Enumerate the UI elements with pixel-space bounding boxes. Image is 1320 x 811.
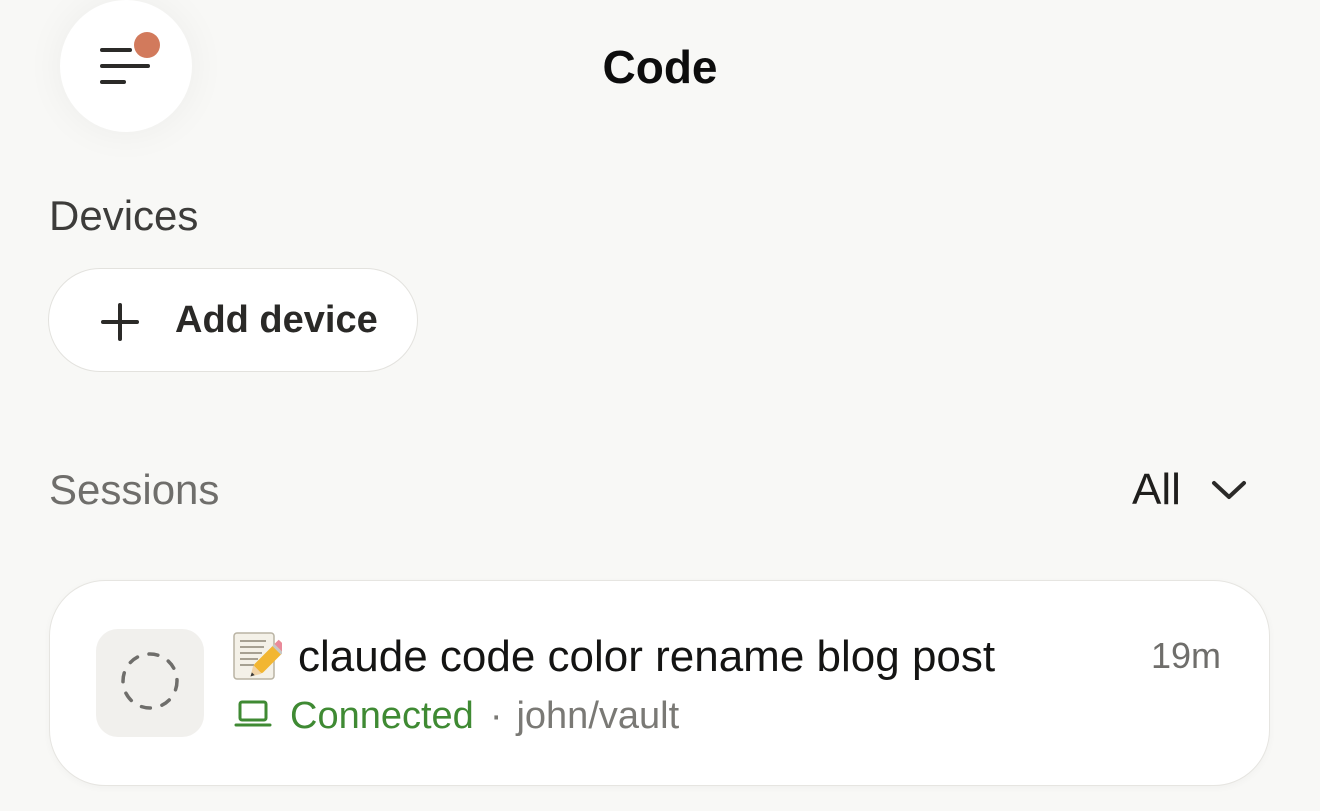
page-title: Code <box>602 41 718 93</box>
add-device-label: Add device <box>175 299 378 341</box>
filter-selected-value: All <box>1132 465 1181 514</box>
add-device-button[interactable]: Add device <box>48 268 418 372</box>
loading-spinner-icon <box>118 649 182 718</box>
sessions-section-label: Sessions <box>49 466 220 513</box>
memo-icon <box>232 631 288 683</box>
meta-separator: · <box>489 695 503 737</box>
session-title-row: claude code color rename blog post <box>232 629 995 685</box>
session-repo: john/vault <box>516 695 680 737</box>
session-card[interactable]: claude code color rename blog post 19m C… <box>49 580 1270 786</box>
chevron-down-icon <box>1211 479 1247 506</box>
devices-section-label: Devices <box>49 192 199 239</box>
session-time: 19m <box>1150 635 1221 676</box>
connection-status: Connected <box>290 695 474 737</box>
sessions-filter-dropdown[interactable]: All <box>1118 462 1247 518</box>
session-status-thumb <box>96 629 204 737</box>
session-title: claude code color rename blog post <box>298 632 996 681</box>
plus-icon <box>101 303 139 346</box>
laptop-icon <box>234 694 272 740</box>
session-meta: Connected · john/vault <box>234 693 679 739</box>
code-page: Code Devices Add device Sessions All cla… <box>0 0 1320 811</box>
